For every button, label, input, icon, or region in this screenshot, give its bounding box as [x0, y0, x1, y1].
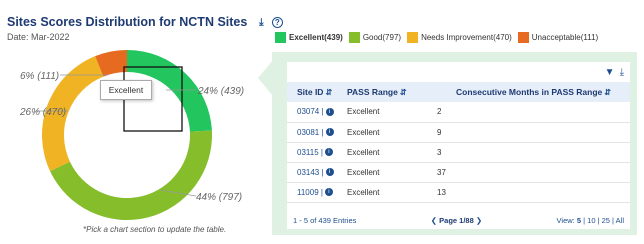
- pass-range-cell: Excellent: [347, 102, 437, 123]
- col-pass-range[interactable]: PASS Range ⇵: [347, 82, 437, 102]
- table-card: ▼ ⤓ Site ID ⇵ PASS Range ⇵ Consecutive Mon…: [287, 62, 630, 229]
- sort-icon: ⇵: [399, 88, 407, 97]
- pass-range-cell: Excellent: [347, 182, 437, 203]
- table-row: 03143 | i Excellent 37: [287, 162, 630, 183]
- filter-icon[interactable]: ▼: [605, 67, 615, 78]
- legend-swatch: [348, 32, 360, 43]
- col-site-id[interactable]: Site ID ⇵: [287, 82, 347, 102]
- label-unacceptable: 6% (111): [20, 71, 59, 82]
- site-id-link[interactable]: 03081 |: [297, 128, 324, 137]
- table-footer: 1 - 5 of 439 Entries ❮ Page 1/88 ❯ View:…: [293, 216, 624, 225]
- page-size-selector[interactable]: View: 5 | 10 | 25 | All: [557, 216, 624, 225]
- label-needs-improvement: 26% (470): [19, 107, 66, 118]
- info-icon[interactable]: i: [325, 168, 334, 177]
- sort-icon: ⇵: [325, 88, 333, 97]
- months-cell: 37: [437, 162, 630, 183]
- help-icon[interactable]: ?: [271, 17, 283, 29]
- sort-icon: ⇵: [604, 88, 611, 97]
- slice-good[interactable]: [50, 130, 212, 220]
- legend: Excellent(439) Good(797) Needs Improveme…: [275, 32, 598, 43]
- site-id-link[interactable]: 03115 |: [297, 148, 323, 157]
- legend-swatch: [275, 32, 286, 43]
- months-cell: 9: [437, 122, 630, 143]
- pass-range-cell: Excellent: [347, 142, 437, 163]
- label-excellent: 24% (439): [197, 86, 244, 97]
- chart-hint: *Pick a chart section to update the tabl…: [83, 225, 227, 234]
- site-id-link[interactable]: 03143 |: [297, 168, 324, 177]
- donut-chart[interactable]: 6% (111) 26% (470) 24% (439) 44% (797): [0, 0, 270, 244]
- site-id-link[interactable]: 11009 |: [297, 188, 323, 197]
- info-icon[interactable]: i: [325, 108, 334, 117]
- legend-item-good[interactable]: Good(797): [348, 32, 401, 43]
- entries-count: 1 - 5 of 439 Entries: [293, 216, 357, 225]
- legend-swatch: [407, 32, 419, 43]
- col-consecutive-months[interactable]: Consecutive Months in PASS Range ⇵: [437, 82, 630, 102]
- months-cell: 13: [437, 182, 630, 203]
- download-icon[interactable]: ⤓: [620, 67, 624, 78]
- table-row: 03081 | i Excellent 9: [287, 122, 630, 143]
- months-cell: 2: [437, 102, 630, 123]
- pass-range-cell: Excellent: [347, 122, 437, 143]
- chart-tooltip: Excellent: [100, 80, 152, 100]
- panel-pointer: [258, 60, 273, 96]
- info-icon[interactable]: i: [324, 188, 333, 197]
- pagination[interactable]: ❮ Page 1/88 ❯: [431, 216, 482, 225]
- pass-range-cell: Excellent: [347, 162, 437, 183]
- sites-table: Site ID ⇵ PASS Range ⇵ Consecutive Months …: [287, 82, 630, 203]
- table-row: 11009 | i Excellent 13: [287, 182, 630, 203]
- info-icon[interactable]: i: [324, 148, 333, 157]
- table-row: 03074 | i Excellent 2: [287, 102, 630, 123]
- table-row: 03115 | i Excellent 3: [287, 142, 630, 163]
- legend-item-unacceptable[interactable]: Unacceptable(111): [517, 32, 598, 43]
- label-good: 44% (797): [196, 192, 242, 203]
- months-cell: 3: [437, 142, 630, 163]
- info-icon[interactable]: i: [325, 128, 334, 137]
- site-id-link[interactable]: 03074 |: [297, 107, 324, 116]
- legend-swatch: [517, 32, 529, 43]
- legend-item-needs-improvement[interactable]: Needs Improvement(470): [407, 32, 512, 43]
- legend-item-excellent[interactable]: Excellent(439): [275, 32, 343, 43]
